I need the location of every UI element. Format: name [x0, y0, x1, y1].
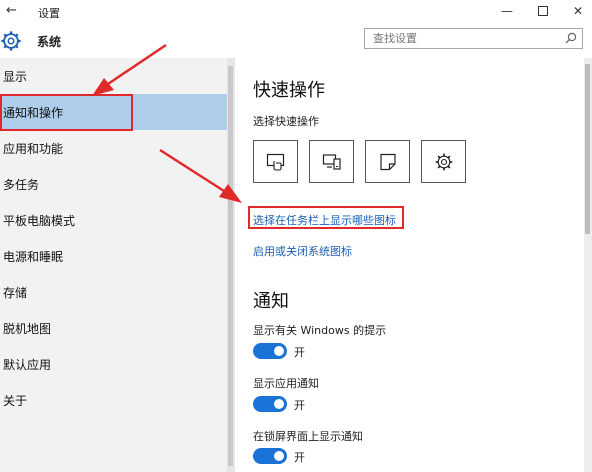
- annotation-arrows: [92, 43, 242, 203]
- annotation-arrow-link-line: [159, 148, 225, 193]
- annotation-arrow-nav-line: [107, 43, 167, 86]
- annotation-arrow-link-head: [219, 184, 242, 203]
